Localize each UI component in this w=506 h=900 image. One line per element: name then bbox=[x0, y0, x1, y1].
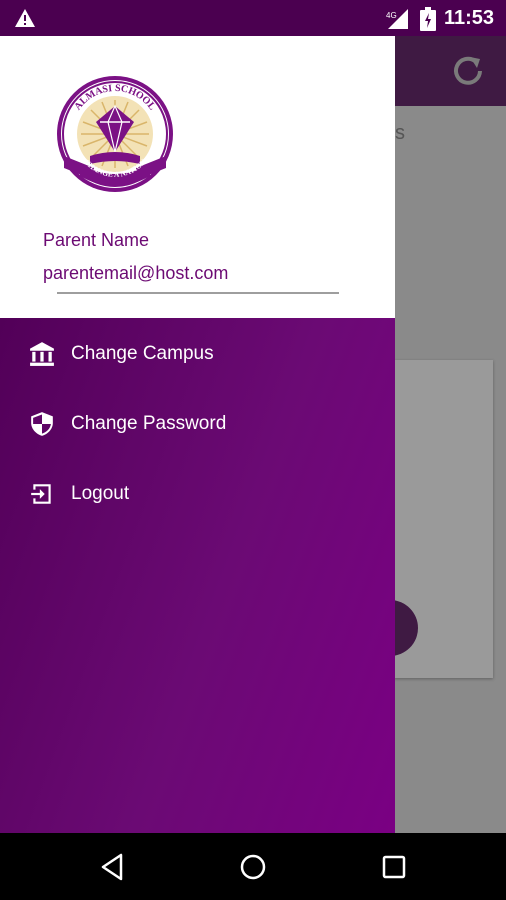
email-underline bbox=[57, 292, 339, 294]
system-nav-bar bbox=[0, 833, 506, 900]
navigation-drawer: ALMASI SCHOOL CHANGE A NATION Parent Nam… bbox=[0, 36, 395, 833]
menu-item-label: Change Password bbox=[71, 413, 227, 434]
status-bar: 4G 11:53 bbox=[0, 0, 506, 36]
svg-text:4G: 4G bbox=[386, 11, 397, 20]
parent-name: Parent Name bbox=[43, 230, 150, 250]
refresh-icon[interactable] bbox=[448, 51, 488, 91]
menu-item-label: Change Campus bbox=[71, 343, 214, 364]
warning-icon bbox=[15, 9, 35, 27]
battery-charging-icon bbox=[420, 7, 436, 31]
background-text: s bbox=[395, 122, 405, 144]
back-icon[interactable] bbox=[97, 851, 129, 883]
school-logo: ALMASI SCHOOL CHANGE A NATION bbox=[57, 76, 173, 192]
recents-icon[interactable] bbox=[378, 851, 410, 883]
logout-icon bbox=[31, 484, 51, 504]
signal-icon: 4G bbox=[386, 9, 408, 29]
menu-item-label: Logout bbox=[71, 483, 130, 504]
parent-email: parentemail@host.com bbox=[43, 263, 229, 283]
home-icon[interactable] bbox=[237, 851, 269, 883]
drawer-header: ALMASI SCHOOL CHANGE A NATION Parent Nam… bbox=[0, 36, 395, 318]
drawer-menu: Change Campus Change Password Logout bbox=[0, 318, 395, 833]
menu-item-change-password[interactable]: Change Password bbox=[0, 393, 395, 453]
bank-icon bbox=[30, 342, 54, 366]
menu-item-change-campus[interactable]: Change Campus bbox=[0, 323, 395, 383]
clock: 11:53 bbox=[444, 7, 495, 29]
menu-item-logout[interactable]: Logout bbox=[0, 463, 395, 523]
shield-icon bbox=[31, 412, 53, 436]
